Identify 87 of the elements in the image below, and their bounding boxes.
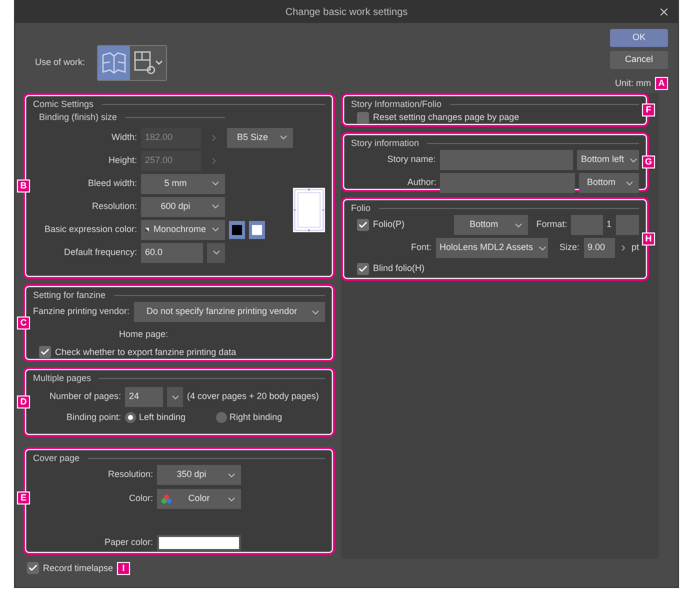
format-number: 1: [606, 218, 612, 232]
field-label: Paper color:: [103, 536, 153, 550]
field-label: Basic expression color:: [43, 222, 137, 236]
dropdown[interactable]: Bottom: [578, 173, 639, 193]
text-field[interactable]: 60.0: [141, 242, 203, 262]
field-label: Binding point:: [65, 411, 121, 424]
checkbox[interactable]: [357, 219, 369, 231]
color-swatch[interactable]: [229, 220, 245, 238]
check-icon: [28, 563, 38, 574]
callout-label: H: [642, 232, 655, 245]
dropdown-button[interactable]: [167, 387, 183, 407]
group-title: Setting for fanzine: [33, 288, 106, 302]
text-field[interactable]: 24: [125, 387, 163, 407]
group-title: Comic Settings: [33, 98, 94, 111]
group-title: Cover page: [33, 452, 80, 465]
field-label: Resolution:: [106, 468, 153, 482]
field-label: Bleed width:: [86, 176, 137, 190]
group-title: Folio: [351, 202, 371, 214]
open-book-icon[interactable]: [98, 46, 130, 80]
ok-button[interactable]: OK: [610, 29, 668, 47]
dropdown[interactable]: HoloLens MDL2 Assets: [436, 238, 548, 258]
text-field[interactable]: [440, 150, 573, 170]
check-icon: [358, 264, 368, 274]
cancel-button[interactable]: Cancel: [610, 51, 668, 69]
radio-option[interactable]: Left binding: [125, 411, 186, 424]
callout-label: I: [117, 562, 130, 575]
check-icon: [40, 347, 50, 358]
page-gear-icon[interactable]: [130, 46, 166, 80]
dropdown[interactable]: 600 dpi: [141, 196, 225, 216]
field-label: Resolution:: [90, 200, 137, 213]
field-label: Story name:: [386, 153, 436, 166]
field-label: Color:: [128, 492, 153, 506]
field-label: Width:: [110, 130, 137, 144]
check-icon: [358, 220, 368, 230]
unit-label: Unit: mm: [615, 77, 651, 90]
text-field[interactable]: [571, 215, 602, 235]
field-label: Number of pages:: [48, 390, 121, 404]
text-field[interactable]: 9.00: [584, 238, 615, 258]
field-label: Home page:: [119, 328, 168, 341]
window-title: Change basic work settings: [285, 6, 408, 20]
subgroup-title: Binding (finish) size: [39, 111, 118, 124]
field-label: Default frequency:: [62, 246, 137, 259]
text-field[interactable]: [616, 215, 639, 235]
field-label: Use of work:: [35, 56, 86, 70]
dropdown[interactable]: Do not specify fanzine printing vendor: [134, 302, 325, 322]
checkbox-label: Record timelapse: [43, 562, 114, 575]
checkbox[interactable]: [357, 262, 369, 275]
callout-label: A: [655, 77, 668, 90]
radio-option[interactable]: Right binding: [216, 411, 282, 424]
checkbox-label: Folio(P): [373, 218, 406, 232]
checkbox[interactable]: [39, 346, 51, 358]
field-label: Size:: [560, 241, 580, 254]
dropdown-button[interactable]: [207, 242, 225, 262]
checkbox[interactable]: [27, 562, 39, 574]
dropdown[interactable]: B5 Size: [227, 128, 293, 148]
dropdown[interactable]: Color: [157, 489, 241, 509]
radio-button[interactable]: [216, 412, 227, 424]
callout-label: D: [17, 395, 30, 408]
text-field[interactable]: [440, 173, 575, 193]
field-label: Font:: [411, 241, 432, 254]
callout-label: B: [17, 179, 30, 192]
dropdown[interactable]: 350 dpi: [157, 465, 241, 485]
dropdown[interactable]: Bottom left: [577, 150, 639, 170]
callout-label: G: [642, 155, 655, 168]
dropdown[interactable]: Monochrome: [141, 220, 225, 240]
group-title: Story information: [351, 136, 420, 150]
dropdown[interactable]: 5 mm: [141, 174, 225, 194]
checkbox-label: Blind folio(H): [373, 262, 425, 275]
unit-text: pt: [631, 241, 639, 254]
dropdown[interactable]: Bottom: [454, 215, 528, 235]
close-icon[interactable]: [658, 6, 670, 18]
checkbox-label: Check whether to export fanzine printing data: [55, 346, 236, 359]
callout-label: E: [17, 492, 30, 504]
checkbox[interactable]: [357, 112, 369, 124]
callout-label: F: [642, 103, 655, 116]
checkbox-label: Reset setting changes page by page: [373, 111, 520, 124]
callout-label: C: [17, 316, 30, 329]
group-title: Story Information/Folio: [351, 98, 442, 111]
color-circles-icon: [161, 494, 172, 504]
field-label: Format:: [536, 218, 568, 232]
field-label: Height:: [107, 154, 137, 167]
color-swatch[interactable]: [249, 220, 265, 238]
field-label: Author:: [406, 176, 436, 190]
radio-button[interactable]: [125, 412, 136, 424]
field-label: Fanzine printing vendor:: [33, 305, 130, 318]
group-title: Multiple pages: [33, 372, 92, 385]
page-count-note: (4 cover pages + 20 body pages): [187, 390, 319, 404]
